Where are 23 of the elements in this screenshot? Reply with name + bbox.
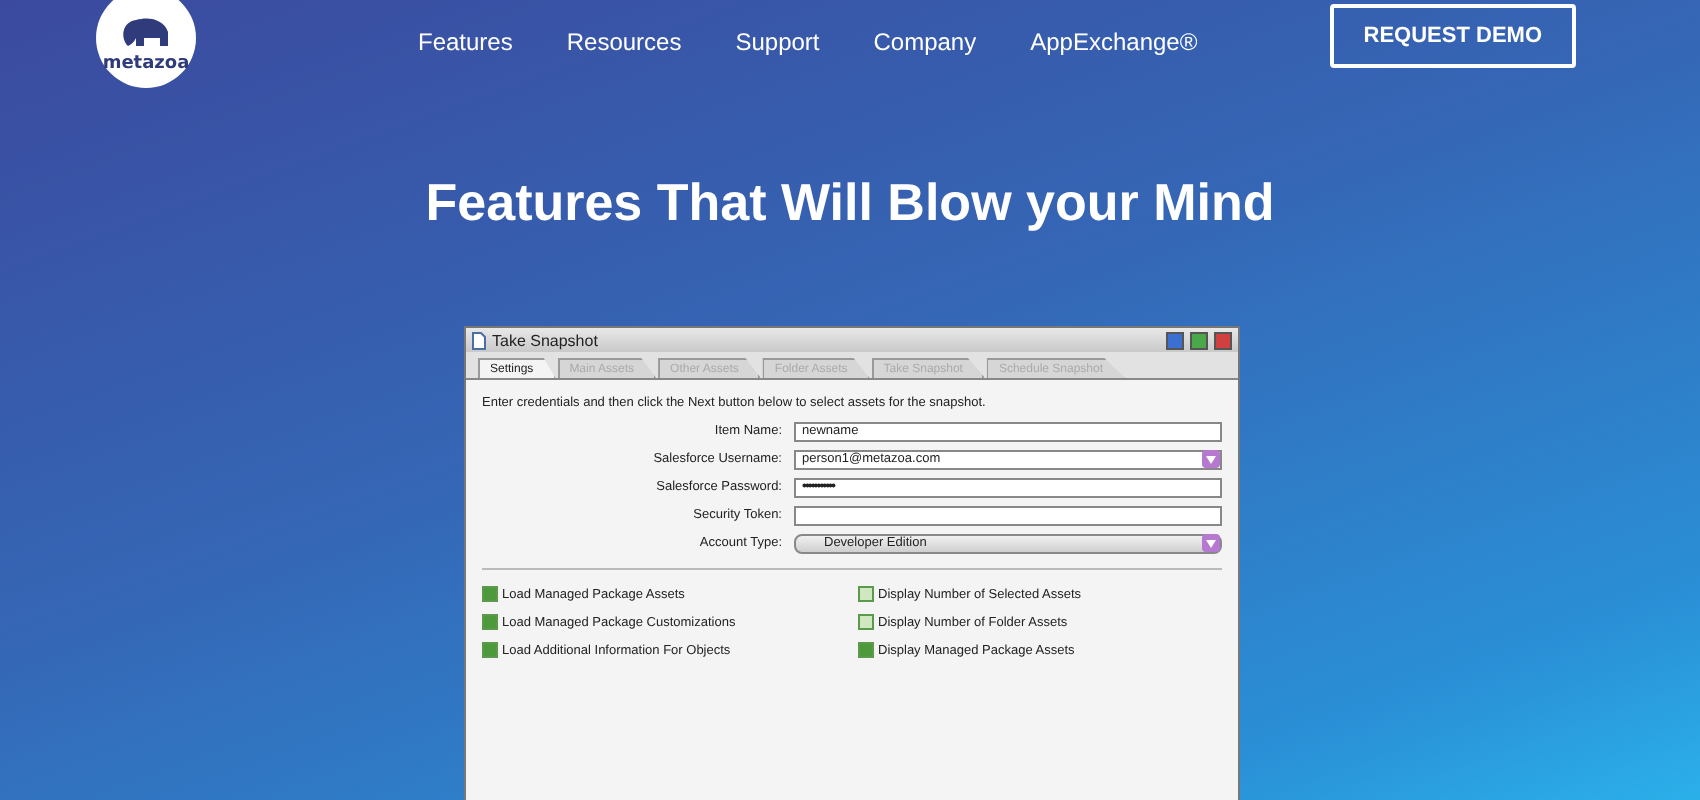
restore-icon[interactable] <box>1190 331 1208 349</box>
request-demo-button[interactable]: REQUEST DEMO <box>1329 4 1576 68</box>
nav-link[interactable]: Company <box>873 28 977 56</box>
checkbox[interactable] <box>482 642 498 658</box>
logo-badge[interactable]: metazoa <box>96 0 196 88</box>
nav-link[interactable]: Features <box>418 28 513 56</box>
dropdown-arrow-icon <box>1202 534 1220 552</box>
window-title: Take Snapshot <box>492 331 600 349</box>
nav-link[interactable]: Support <box>735 28 820 56</box>
checkbox[interactable] <box>858 614 874 630</box>
checkbox[interactable] <box>858 642 874 658</box>
hero-title: Features That Will Blow your Mind <box>423 172 1277 234</box>
nav-link[interactable]: Resources <box>566 28 682 56</box>
checkbox[interactable] <box>482 586 498 602</box>
dropdown-arrow-icon <box>1202 450 1220 468</box>
input-field[interactable] <box>794 505 1222 525</box>
document-icon <box>472 331 486 349</box>
close-icon[interactable] <box>1214 331 1232 349</box>
logo-text: metazoa <box>102 54 190 74</box>
maximize-icon[interactable] <box>1166 331 1184 349</box>
nav-link[interactable]: AppExchange® <box>1030 28 1198 56</box>
checkbox[interactable] <box>482 614 498 630</box>
checkbox[interactable] <box>858 586 874 602</box>
